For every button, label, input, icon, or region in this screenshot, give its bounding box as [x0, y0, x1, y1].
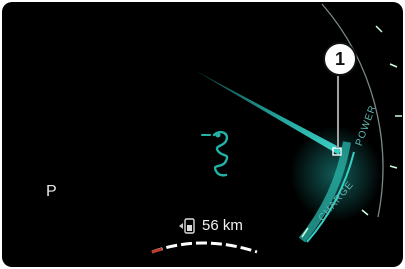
- instrument-cluster-screen: POWER CHARGE P 56 km 1: [2, 2, 403, 267]
- range-value: 56 km: [202, 217, 243, 234]
- battery-range-icon: [178, 218, 196, 234]
- gauge-needle: [194, 70, 341, 155]
- range-arc: [151, 241, 258, 254]
- callout-number: 1: [323, 42, 357, 76]
- alfa-romeo-serpent-icon: [201, 130, 229, 177]
- range-readout: 56 km: [178, 218, 243, 234]
- gear-indicator: P: [46, 183, 57, 200]
- left-trail-lines: [2, 138, 182, 171]
